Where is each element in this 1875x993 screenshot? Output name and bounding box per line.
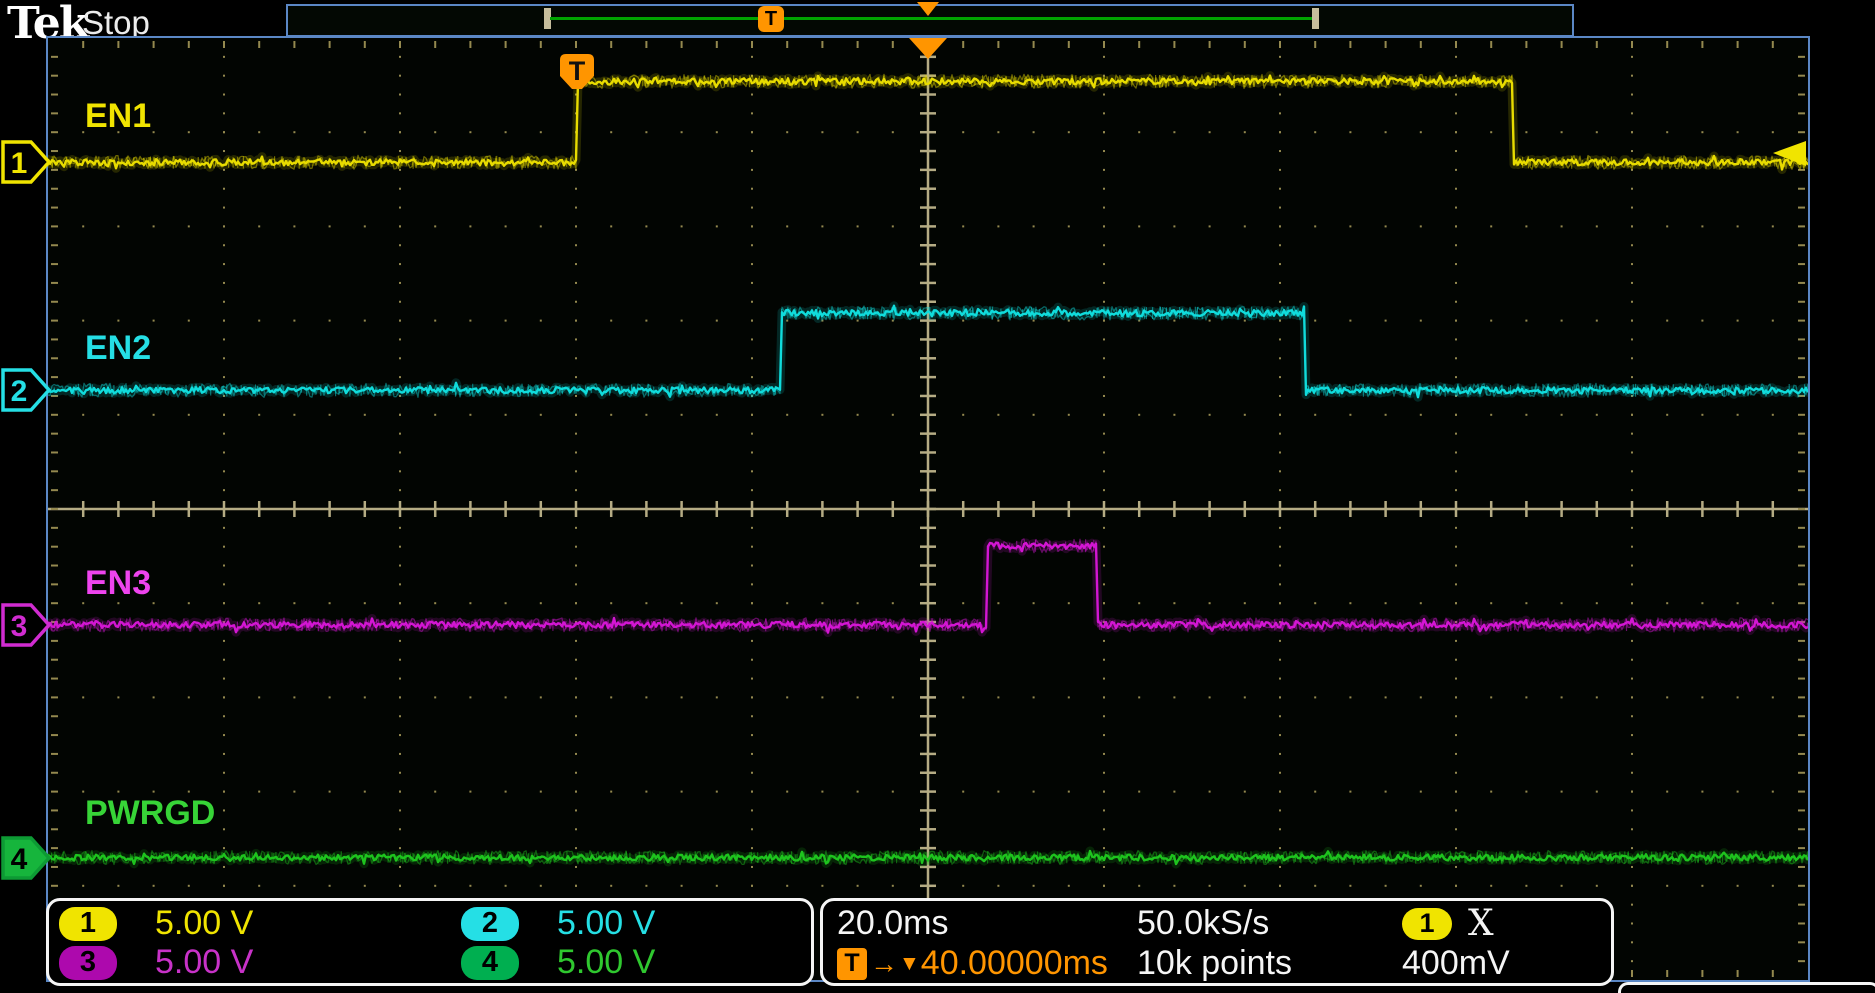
channel-label-en3: EN3 [85,564,151,602]
ch1-badge[interactable]: 1 [59,907,117,941]
channel3-ground-marker[interactable]: 3 [0,601,52,649]
trigger-level-readout: 400mV [1402,944,1597,983]
trigger-position-indicator-icon[interactable] [909,38,947,59]
trigger-t-marker-icon[interactable]: T [758,6,784,32]
trigger-t-icon: T [837,948,867,980]
ch3-scale-readout: 5.00 V [127,943,457,982]
record-view-line [550,17,1312,20]
trigger-arrow-icon: → [870,948,898,980]
channel4-marker-number: 4 [11,843,28,876]
channel-scale-readouts: 1 5.00 V 2 5.00 V 3 5.00 V 4 5.00 V [46,898,814,986]
ch4-badge[interactable]: 4 [461,946,519,980]
trigger-source-badge[interactable]: 1 [1402,908,1452,940]
channel-label-en1: EN1 [85,97,151,135]
view-bracket-right-icon [1312,8,1319,29]
graticule-grid [48,38,1808,980]
trigger-delay-readout: 40.00000ms [921,944,1108,983]
record-length-readout: 10k points [1137,944,1402,983]
ch1-scale-readout: 5.00 V [127,904,457,943]
channel-label-en2: EN2 [85,329,151,367]
channel-label-pwrgd: PWRGD [85,794,215,832]
channel1-marker-number: 1 [11,147,28,180]
trigger-slope-symbol: X [1468,903,1494,944]
sample-rate-readout: 50.0kS/s [1137,904,1402,943]
trigger-position-tri-icon: ▼ [899,952,920,976]
ch3-badge[interactable]: 3 [59,946,117,980]
horizontal-trigger-readouts: 20.0ms 50.0kS/s 1 X T → ▼ 40.00000ms 10k… [820,898,1614,986]
ch2-scale-readout: 5.00 V [529,904,805,943]
ch4-scale-readout: 5.00 V [529,943,805,982]
channel2-ground-marker[interactable]: 2 [0,366,52,414]
bottom-right-panel-edge [1618,982,1875,993]
channel1-ground-marker[interactable]: 1 [0,138,52,186]
graticule-area: T EN1 EN2 EN3 PWRGD [46,36,1810,982]
channel2-marker-number: 2 [11,375,28,408]
timebase-readout: 20.0ms [837,904,1137,943]
trigger-position-marker-icon[interactable] [917,2,939,16]
ch2-badge[interactable]: 2 [461,907,519,941]
channel4-ground-marker[interactable]: 4 [0,834,52,882]
channel3-marker-number: 3 [11,610,28,643]
trigger-event-flag-letter: T [569,56,586,86]
acquisition-preview-bar[interactable]: T [286,4,1574,37]
